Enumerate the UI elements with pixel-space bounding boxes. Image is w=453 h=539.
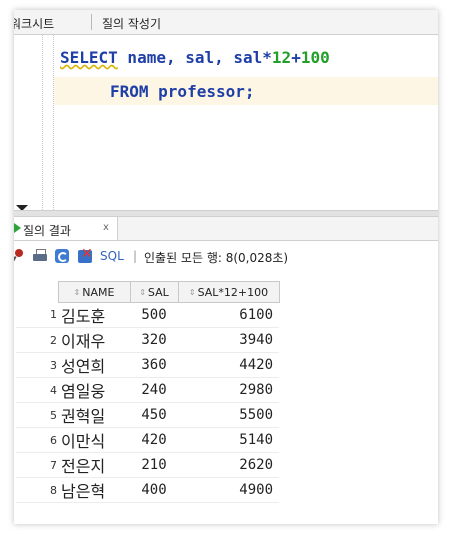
cell-annual[interactable]: 2620 [178, 452, 279, 478]
cell-sal[interactable]: 360 [130, 352, 178, 378]
row-number: 8 [16, 477, 58, 503]
pin-icon[interactable] [14, 249, 26, 264]
table-row[interactable]: 1 김도훈 500 6100 [16, 302, 279, 328]
sql-editor[interactable]: SELECT name, sal, sal*12+100 FROM profes… [14, 35, 438, 210]
row-number: 3 [16, 352, 58, 378]
refresh-icon[interactable] [55, 249, 69, 263]
code-text: name, sal, sal* [117, 48, 272, 67]
table-row[interactable]: 3 성연희 360 4420 [16, 352, 279, 378]
sort-icon[interactable]: ⇕ [139, 288, 146, 297]
cell-sal[interactable]: 420 [130, 427, 178, 453]
table-row[interactable]: 6 이만식 420 5140 [16, 427, 279, 453]
splitter[interactable] [14, 210, 438, 217]
row-number: 1 [16, 302, 58, 328]
results-grid[interactable]: ⇕ NAME ⇕ SAL ⇕ SAL*12+100 1 김도훈 500 6100 2 이재우 3… [16, 281, 280, 503]
sql-button[interactable]: SQL [100, 249, 124, 263]
cell-annual[interactable]: 3940 [178, 327, 279, 353]
table-row[interactable]: 5 권혁일 450 5500 [16, 402, 279, 428]
code-operator: + [291, 48, 301, 67]
column-header-sal[interactable]: ⇕ SAL [129, 281, 179, 303]
results-tab-label[interactable]: 질의 결과 [23, 222, 71, 239]
row-number: 6 [16, 427, 58, 453]
keyword-from: FROM [110, 82, 149, 101]
results-tab-strip: 질의 결과 x [14, 217, 438, 241]
run-arrow-icon [14, 223, 21, 233]
sort-icon[interactable]: ⇕ [189, 288, 196, 297]
code-text: professor; [148, 82, 255, 101]
cell-annual[interactable]: 5140 [178, 427, 279, 453]
keyword-select: SELECT [60, 48, 118, 67]
row-number: 7 [16, 452, 58, 478]
editor-gutter-line [53, 35, 55, 210]
row-number: 5 [16, 402, 58, 428]
cell-annual[interactable]: 5500 [178, 402, 279, 428]
fetch-status: 인출된 모든 행: 8(0,028초) [144, 251, 289, 265]
editor-gutter-line [42, 35, 44, 210]
row-number-header [16, 281, 58, 303]
table-row[interactable]: 7 전은지 210 2620 [16, 452, 279, 478]
tab-query-builder[interactable]: 질의 작성기 [102, 15, 161, 32]
cell-name[interactable]: 권혁일 [58, 402, 130, 428]
row-number: 2 [16, 327, 58, 353]
cell-name[interactable]: 김도훈 [58, 302, 130, 328]
results-toolbar: ✕ SQL | 인출된 모든 행: 8(0,028초) [14, 241, 438, 271]
grid-header-row: ⇕ NAME ⇕ SAL ⇕ SAL*12+100 [16, 281, 280, 303]
row-number: 4 [16, 377, 58, 403]
cell-name[interactable]: 전은지 [58, 452, 130, 478]
print-icon[interactable] [33, 249, 47, 263]
close-tab-icon[interactable]: x [103, 222, 109, 233]
cell-name[interactable]: 이만식 [58, 427, 130, 453]
column-header-annual[interactable]: ⇕ SAL*12+100 [177, 281, 280, 303]
cell-sal[interactable]: 500 [130, 302, 178, 328]
sql-developer-window: 워크시트 질의 작성기 SELECT name, sal, sal*12+100… [14, 10, 438, 524]
cell-name[interactable]: 남은혁 [58, 477, 130, 503]
table-row[interactable]: 2 이재우 320 3940 [16, 327, 279, 353]
cell-name[interactable]: 염일웅 [58, 377, 130, 403]
cell-sal[interactable]: 320 [130, 327, 178, 353]
editor-tab-strip: 워크시트 질의 작성기 [14, 10, 438, 35]
column-header-name[interactable]: ⇕ NAME [57, 281, 131, 303]
toolbar-separator: | [133, 249, 138, 263]
table-row[interactable]: 4 염일웅 240 2980 [16, 377, 279, 403]
cell-name[interactable]: 이재우 [58, 327, 130, 353]
code-number: 12 [271, 48, 292, 67]
table-row[interactable]: 8 남은혁 400 4900 [16, 477, 279, 503]
cell-sal[interactable]: 400 [130, 477, 178, 503]
code-line-2[interactable]: FROM professor; [110, 82, 255, 101]
code-number: 100 [300, 48, 330, 67]
cell-annual[interactable]: 4420 [178, 352, 279, 378]
cell-annual[interactable]: 2980 [178, 377, 279, 403]
cell-sal[interactable]: 210 [130, 452, 178, 478]
code-line-1[interactable]: SELECT name, sal, sal*12+100 [60, 48, 330, 67]
cell-sal[interactable]: 450 [130, 402, 178, 428]
cell-name[interactable]: 성연희 [58, 352, 130, 378]
cell-sal[interactable]: 240 [130, 377, 178, 403]
cell-annual[interactable]: 4900 [178, 477, 279, 503]
export-icon[interactable]: ✕ [78, 247, 93, 263]
tab-separator [91, 14, 92, 30]
tab-worksheet[interactable]: 워크시트 [14, 15, 54, 32]
sort-icon[interactable]: ⇕ [74, 288, 81, 297]
cell-annual[interactable]: 6100 [178, 302, 279, 328]
